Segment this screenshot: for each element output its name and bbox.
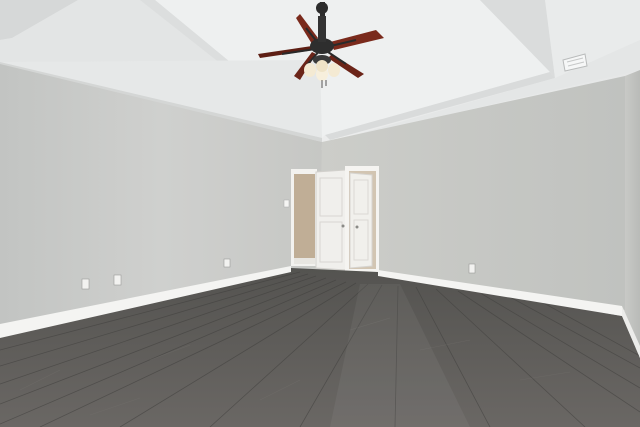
outlet bbox=[81, 278, 90, 290]
room-photo bbox=[0, 0, 640, 427]
door-knob bbox=[341, 224, 345, 228]
light-switch bbox=[283, 199, 290, 208]
interior-door bbox=[315, 169, 347, 271]
outlet bbox=[223, 258, 231, 268]
right-side-wall bbox=[625, 70, 640, 352]
outlet bbox=[113, 274, 122, 286]
outlet bbox=[468, 263, 476, 274]
closet-door bbox=[345, 166, 379, 272]
open-doorway bbox=[291, 169, 317, 266]
